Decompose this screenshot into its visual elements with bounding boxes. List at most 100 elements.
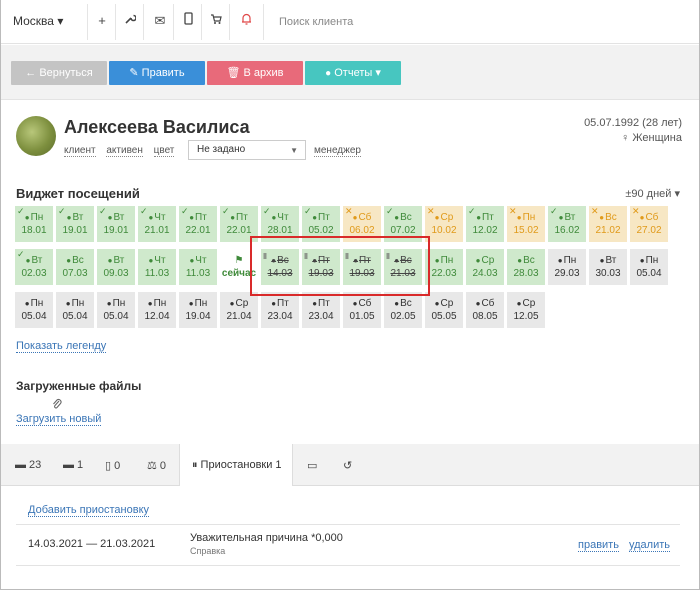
visit-cell[interactable]: ●Чт 11.03 — [179, 249, 217, 285]
visit-cell[interactable]: ✓ ●Пт 22.01 — [179, 206, 217, 242]
visit-cell[interactable]: ✕ ●Сб 27.02 — [630, 206, 668, 242]
visit-date: 12.02 — [472, 225, 498, 236]
visit-day-label: Пт — [195, 212, 207, 223]
visit-cell[interactable]: ●Чт 11.03 — [138, 249, 176, 285]
visit-cell[interactable]: ●Пт 23.04 — [302, 292, 340, 328]
visit-day: ●Вс — [384, 297, 422, 310]
visit-day-label: Вс — [605, 212, 617, 223]
add-icon[interactable]: + — [93, 12, 111, 30]
visit-day-label: Чт — [195, 255, 207, 266]
visit-cell[interactable]: ✓ ●Вт 02.03 — [15, 249, 53, 285]
wrench-icon[interactable] — [121, 12, 139, 30]
visit-date: 21.04 — [226, 311, 252, 322]
back-button[interactable]: ← Вернуться — [11, 61, 107, 85]
visit-cell[interactable]: ✕ ●Ср 10.02 — [425, 206, 463, 242]
cart-icon[interactable] — [207, 12, 225, 30]
visit-cell[interactable]: ●Пн 29.03 — [548, 249, 586, 285]
visit-cell[interactable]: ✓ ●Вт 19.01 — [56, 206, 94, 242]
manager-link[interactable]: менеджер — [314, 145, 361, 157]
visit-cell[interactable]: ✕ ●Пн 15.02 — [507, 206, 545, 242]
visit-cell[interactable]: ●Вт 30.03 — [589, 249, 627, 285]
visit-day: ●Чт — [138, 254, 176, 267]
tag-color[interactable]: цвет — [153, 145, 175, 157]
tab-money[interactable]: ▭ — [307, 459, 317, 472]
delete-pause-link[interactable]: удалить — [629, 539, 671, 552]
group-icon: ● — [312, 299, 318, 308]
visit-cell[interactable]: ✓ ●Вт 19.01 — [97, 206, 135, 242]
group-icon: ● — [25, 256, 31, 265]
visit-cell[interactable]: ●Пн 19.04 — [179, 292, 217, 328]
visit-cell[interactable]: ●Сб 08.05 — [466, 292, 504, 328]
visit-cell[interactable]: ✓ ●Чт 21.01 — [138, 206, 176, 242]
visit-day-label: Вт — [113, 255, 125, 266]
visit-cell[interactable]: ●Ср 24.03 — [466, 249, 504, 285]
archive-button[interactable]: 🗑 В архив — [207, 61, 303, 85]
visit-cell[interactable]: ●Ср 12.05 — [507, 292, 545, 328]
visit-cell[interactable]: ✕ ●Вс 21.02 — [589, 206, 627, 242]
visit-day-label: Ср — [235, 298, 249, 309]
city-selector[interactable]: Москва ▾ — [13, 14, 63, 28]
visit-cell[interactable]: ●Сб 01.05 — [343, 292, 381, 328]
reports-button[interactable]: ● Отчеты ▾ — [305, 61, 401, 85]
phone-icon[interactable] — [179, 12, 197, 30]
group-icon: ● — [271, 213, 277, 222]
visit-day-label: Пн — [30, 298, 44, 309]
tab-balance[interactable]: ⚖ 0 — [147, 459, 166, 472]
visit-cell[interactable]: ●Ср 05.05 — [425, 292, 463, 328]
visit-day-label: Пн — [71, 298, 85, 309]
visit-date: 12.04 — [144, 311, 170, 322]
visit-cell[interactable]: ●Пн 05.04 — [15, 292, 53, 328]
visit-day: ●Пн — [15, 297, 53, 310]
visit-cell[interactable]: ●Вс 07.03 — [56, 249, 94, 285]
visit-date: 16.02 — [554, 225, 580, 236]
visit-day-label: Вт — [564, 212, 576, 223]
upload-new-link[interactable]: Загрузить новый — [16, 413, 102, 426]
group-icon: ● — [639, 256, 645, 265]
status-select[interactable]: Не задано ▼ — [188, 140, 306, 160]
visit-cell[interactable]: ●Вс 28.03 — [507, 249, 545, 285]
visit-day: ●Пн — [138, 297, 176, 310]
tab-documents[interactable]: ▯ 0 — [105, 459, 120, 472]
tag-client[interactable]: клиент — [64, 145, 96, 157]
visit-cell[interactable]: ●Вс 02.05 — [384, 292, 422, 328]
group-icon: ● — [599, 213, 605, 222]
visit-date: 27.02 — [636, 225, 662, 236]
visit-cell[interactable]: ●Ср 21.04 — [220, 292, 258, 328]
divider — [115, 4, 116, 40]
period-dropdown[interactable]: ±90 дней ▾ — [625, 187, 680, 200]
check-icon: ✓ — [263, 206, 271, 216]
tag-active[interactable]: активен — [106, 145, 143, 157]
edit-pause-link[interactable]: править — [578, 539, 619, 552]
visit-cell[interactable]: ✓ ●Пт 12.02 — [466, 206, 504, 242]
visit-date: 02.05 — [390, 311, 416, 322]
visit-day: ●Вт — [589, 254, 627, 267]
tab-visits[interactable]: ▬ 23 — [15, 459, 41, 471]
divider — [173, 4, 174, 40]
visit-cell[interactable]: ✓ ●Вт 16.02 — [548, 206, 586, 242]
bell-icon[interactable] — [237, 12, 255, 30]
visit-date: 02.03 — [21, 268, 47, 279]
visit-date: 05.05 — [431, 311, 457, 322]
tab-notes[interactable]: ▬ 1 — [63, 459, 83, 471]
visit-cell[interactable]: ✓ ●Пн 18.01 — [15, 206, 53, 242]
visit-cell[interactable]: ●Пн 12.04 — [138, 292, 176, 328]
visit-day: ●Пн — [97, 297, 135, 310]
show-legend-link[interactable]: Показать легенду — [16, 340, 107, 353]
visit-cell[interactable]: ●Пн 05.04 — [630, 249, 668, 285]
visit-cell[interactable]: ●Пт 23.04 — [261, 292, 299, 328]
visit-day-label: Вт — [72, 212, 84, 223]
add-pause-link[interactable]: Добавить приостановку — [28, 504, 150, 517]
visit-cell[interactable]: ●Пн 05.04 — [97, 292, 135, 328]
visit-date: 30.03 — [595, 268, 621, 279]
check-icon: ✓ — [222, 206, 230, 216]
visit-date: 11.03 — [185, 268, 211, 279]
edit-button[interactable]: ✎ Править — [109, 61, 205, 85]
tab-history[interactable]: ↺ — [343, 459, 352, 472]
mail-icon[interactable]: ✉ — [151, 12, 169, 30]
visit-cell[interactable]: ●Вт 09.03 — [97, 249, 135, 285]
group-icon: ● — [476, 213, 482, 222]
visit-cell[interactable]: ●Пн 22.03 — [425, 249, 463, 285]
visit-cell[interactable]: ●Пн 05.04 — [56, 292, 94, 328]
client-search-input[interactable]: Поиск клиента — [279, 16, 353, 28]
tab-pauses[interactable]: ⏸ Приостановки 1 — [179, 444, 293, 486]
